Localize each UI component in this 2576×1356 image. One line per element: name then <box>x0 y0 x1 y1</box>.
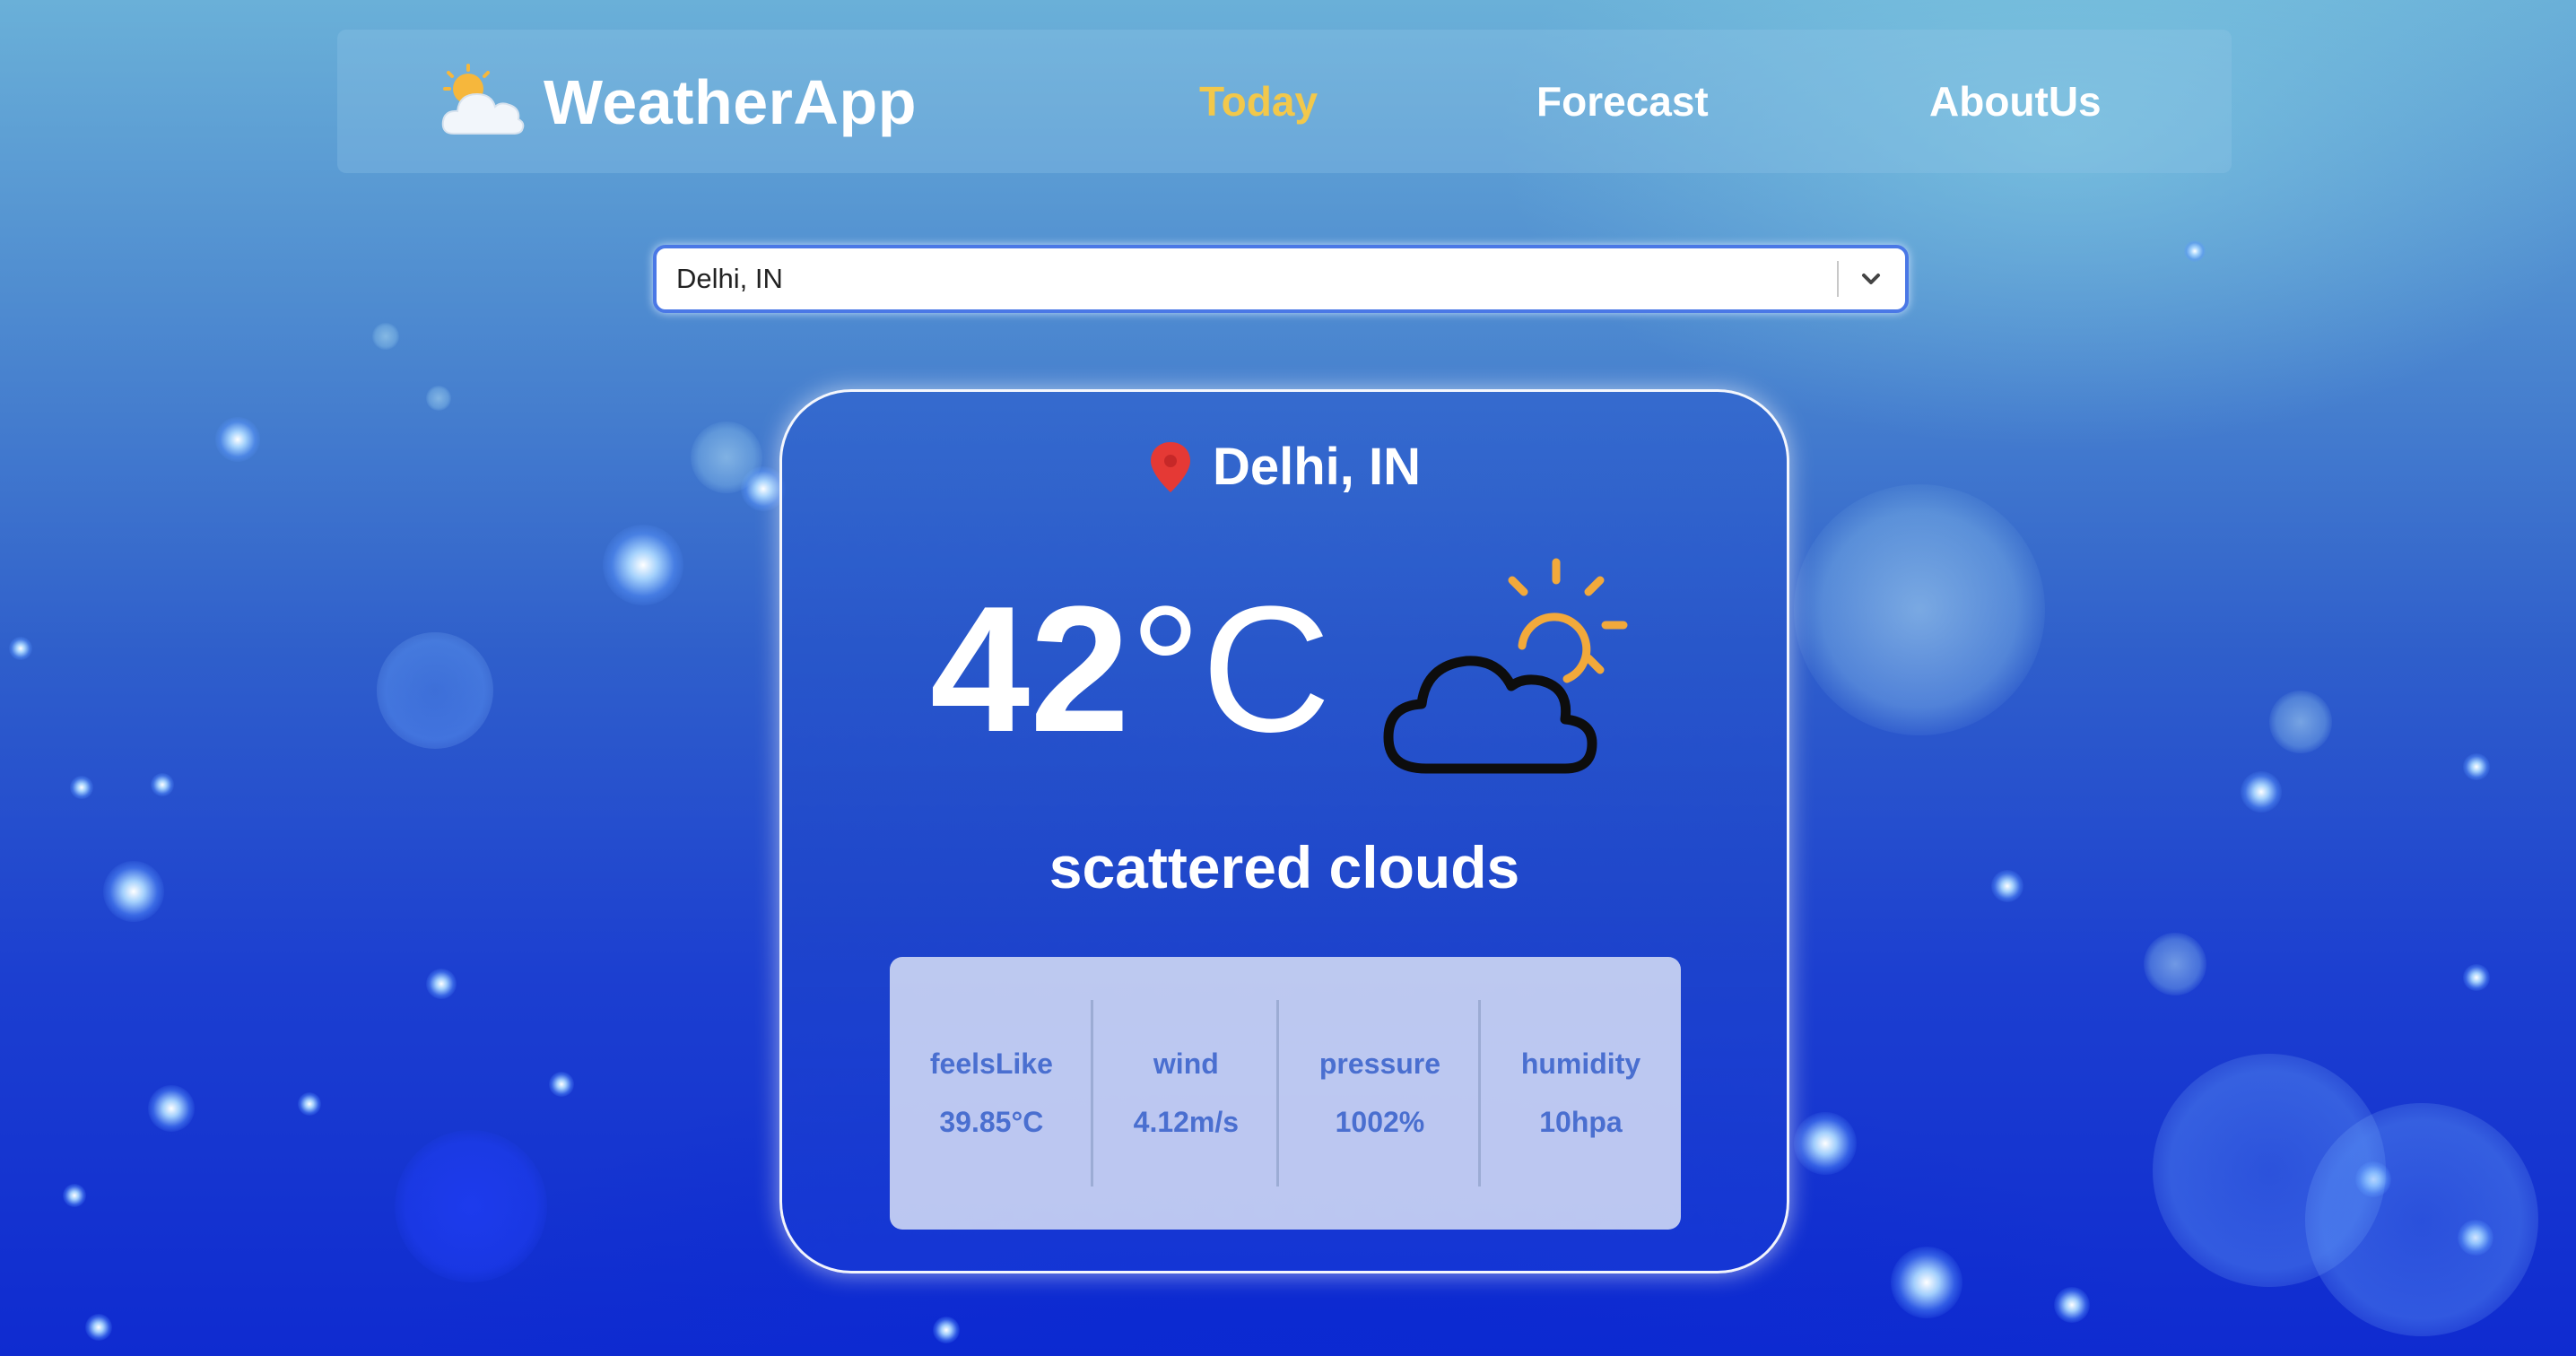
bokeh-light <box>85 1314 112 1341</box>
bokeh-light <box>151 773 174 796</box>
bokeh-dark <box>395 1130 547 1282</box>
bokeh-soft <box>2144 933 2206 995</box>
nav-link-forecast[interactable]: Forecast <box>1536 77 1709 126</box>
bokeh-light <box>2241 771 2282 813</box>
bokeh-light <box>549 1072 574 1097</box>
bokeh-light <box>603 525 683 605</box>
bokeh-soft <box>2269 691 2332 753</box>
city-select-value: Delhi, IN <box>676 263 783 294</box>
nav-link-aboutus[interactable]: AboutUs <box>1929 77 2102 126</box>
stat-pressure: pressure 1002% <box>1279 957 1481 1230</box>
bokeh-light <box>1991 870 2023 902</box>
bokeh-light <box>103 861 164 922</box>
stat-wind: wind 4.12m/s <box>1093 957 1280 1230</box>
bokeh-light <box>148 1085 195 1132</box>
weather-card: Delhi, IN 42°C scattered clouds feelsLik… <box>779 389 1789 1273</box>
brand-title: WeatherApp <box>544 67 917 137</box>
chevron-down-icon[interactable] <box>1853 261 1889 297</box>
weather-description: scattered clouds <box>1049 834 1520 900</box>
bokeh-light <box>63 1184 86 1207</box>
stat-label: humidity <box>1520 1047 1641 1080</box>
bokeh-light <box>215 417 260 462</box>
bokeh-light <box>426 969 457 999</box>
bokeh-light <box>2463 753 2490 780</box>
stat-value: 1002% <box>1335 1106 1425 1138</box>
bokeh-light <box>2355 1161 2391 1197</box>
brand[interactable]: WeatherApp <box>438 62 917 143</box>
bokeh-light <box>2054 1287 2090 1323</box>
bokeh-ring <box>377 632 493 749</box>
stat-feels-like: feelsLike 39.85°C <box>890 957 1093 1230</box>
weather-stats-panel: feelsLike 39.85°C wind 4.12m/s pressure … <box>890 957 1681 1230</box>
stat-value: 10hpa <box>1539 1106 1623 1138</box>
sun-behind-cloud-icon <box>438 62 527 143</box>
stat-label: pressure <box>1318 1047 1441 1080</box>
stat-humidity: humidity 10hpa <box>1481 957 1681 1230</box>
nav-link-today[interactable]: Today <box>1199 77 1318 126</box>
bokeh-soft <box>426 386 451 411</box>
location-row: Delhi, IN <box>782 437 1787 497</box>
temperature-value: 42 <box>930 569 1130 769</box>
location-name: Delhi, IN <box>1212 438 1422 496</box>
bokeh-light <box>1891 1247 1962 1318</box>
bokeh-light <box>933 1317 960 1343</box>
stat-value: 39.85°C <box>939 1106 1044 1138</box>
bokeh-light <box>2463 964 2490 991</box>
bokeh-light <box>70 776 93 799</box>
stat-label: feelsLike <box>929 1047 1053 1080</box>
stat-value: 4.12m/s <box>1133 1106 1240 1138</box>
sun-behind-cloud-icon <box>1381 553 1641 787</box>
city-select[interactable]: Delhi, IN <box>653 245 1909 313</box>
bokeh-light <box>2184 240 2206 262</box>
app-background: WeatherApp Today Forecast AboutUs Delhi,… <box>0 0 2576 1356</box>
bokeh-ring <box>2153 1054 2386 1287</box>
bokeh-light <box>298 1092 321 1116</box>
bokeh-light <box>2458 1220 2493 1256</box>
top-navbar: WeatherApp Today Forecast AboutUs <box>337 30 2232 173</box>
select-separator <box>1837 261 1839 297</box>
bokeh-light <box>1794 1112 1857 1175</box>
bokeh-ring <box>2305 1103 2538 1336</box>
temperature: 42°C <box>930 580 1331 760</box>
bokeh-soft <box>1794 484 2045 735</box>
map-pin-icon <box>1148 440 1193 494</box>
bokeh-soft <box>691 422 762 493</box>
stat-label: wind <box>1153 1047 1219 1080</box>
temperature-unit: °C <box>1129 569 1331 769</box>
bokeh-soft <box>372 323 399 350</box>
bokeh-light <box>9 637 32 660</box>
